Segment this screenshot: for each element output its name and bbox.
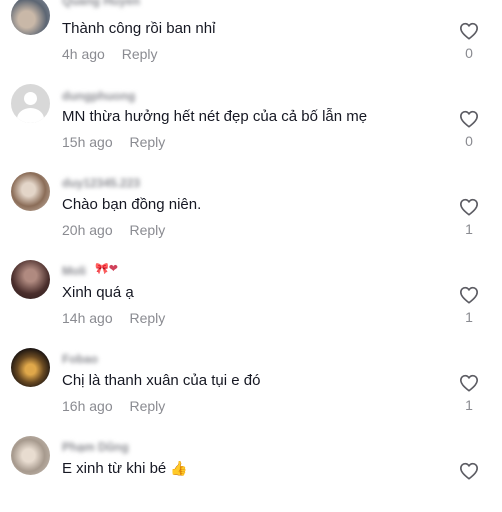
like-count: 1 bbox=[465, 221, 473, 237]
comment-meta: 15h ago Reply bbox=[62, 134, 165, 150]
comment-text: Chào bạn đồng niên. bbox=[62, 196, 202, 213]
comment-text: Xinh quá ạ bbox=[62, 284, 134, 301]
heart-outline-icon bbox=[460, 198, 478, 216]
avatar[interactable] bbox=[11, 0, 50, 35]
like-button[interactable]: 1 bbox=[455, 374, 483, 424]
avatar[interactable] bbox=[11, 172, 50, 211]
comment-item: Moli 🎀❤ Xinh quá ạ 14h ago Reply 1 bbox=[0, 252, 502, 340]
avatar[interactable] bbox=[11, 348, 50, 387]
like-count: 1 bbox=[465, 309, 473, 325]
heart-outline-icon bbox=[460, 22, 478, 40]
comment-item: Quang Huyen Thành công rồi ban nhỉ 4h ag… bbox=[0, 0, 502, 76]
heart-outline-icon bbox=[460, 462, 478, 480]
comment-item: Phạm Dũng E xinh từ khi bé 👍 bbox=[0, 428, 502, 484]
comment-text-content: E xinh từ khi bé bbox=[62, 460, 167, 477]
heart-outline-icon bbox=[460, 286, 478, 304]
comment-meta: 16h ago Reply bbox=[62, 398, 165, 414]
thumbs-up-icon: 👍 bbox=[170, 460, 188, 476]
like-count: 1 bbox=[465, 397, 473, 413]
comment-meta: 4h ago Reply bbox=[62, 46, 158, 62]
like-button[interactable]: 0 bbox=[455, 110, 483, 160]
reply-button[interactable]: Reply bbox=[122, 46, 158, 62]
comment-time: 4h ago bbox=[62, 46, 105, 62]
heart-outline-icon bbox=[460, 110, 478, 128]
comment-username[interactable]: Moli bbox=[62, 264, 86, 278]
comment-meta: 20h ago Reply bbox=[62, 222, 165, 238]
comment-list: Quang Huyen Thành công rồi ban nhỉ 4h ag… bbox=[0, 0, 502, 484]
reply-button[interactable]: Reply bbox=[130, 398, 166, 414]
comment-time: 16h ago bbox=[62, 398, 113, 414]
avatar[interactable] bbox=[11, 84, 50, 123]
reply-button[interactable]: Reply bbox=[130, 222, 166, 238]
comment-username[interactable]: Fobao bbox=[62, 352, 98, 366]
comment-time: 15h ago bbox=[62, 134, 113, 150]
comment-item: dungphuong MN thừa hưởng hết nét đẹp của… bbox=[0, 76, 502, 164]
avatar[interactable] bbox=[11, 260, 50, 299]
avatar[interactable] bbox=[11, 436, 50, 475]
like-button[interactable]: 0 bbox=[455, 22, 483, 72]
comment-username[interactable]: Phạm Dũng bbox=[62, 440, 129, 454]
like-button[interactable] bbox=[455, 462, 483, 512]
reply-button[interactable]: Reply bbox=[130, 134, 166, 150]
comment-item: duy12345.223 Chào bạn đồng niên. 20h ago… bbox=[0, 164, 502, 252]
default-avatar-shoulders bbox=[17, 108, 44, 123]
comment-username[interactable]: Quang Huyen bbox=[62, 0, 140, 8]
comment-text: MN thừa hưởng hết nét đẹp của cả bố lẫn … bbox=[62, 108, 368, 125]
comment-username-text: Moli bbox=[62, 264, 86, 278]
comment-time: 20h ago bbox=[62, 222, 113, 238]
comment-meta: 14h ago Reply bbox=[62, 310, 165, 326]
comment-text: E xinh từ khi bé 👍 bbox=[62, 460, 188, 477]
like-button[interactable]: 1 bbox=[455, 286, 483, 336]
comment-item: Fobao Chị là thanh xuân của tụi e đó 16h… bbox=[0, 340, 502, 428]
like-count: 0 bbox=[465, 45, 473, 61]
like-button[interactable]: 1 bbox=[455, 198, 483, 248]
comment-username[interactable]: dungphuong bbox=[62, 89, 135, 103]
like-count: 0 bbox=[465, 133, 473, 149]
comment-time: 14h ago bbox=[62, 310, 113, 326]
comment-text: Chị là thanh xuân của tụi e đó bbox=[62, 372, 261, 389]
comment-username[interactable]: duy12345.223 bbox=[62, 176, 140, 190]
comment-text: Thành công rồi ban nhỉ bbox=[62, 20, 216, 37]
heart-outline-icon bbox=[460, 374, 478, 392]
default-avatar-icon bbox=[24, 92, 37, 105]
username-decoration: 🎀❤ bbox=[95, 263, 118, 275]
reply-button[interactable]: Reply bbox=[130, 310, 166, 326]
